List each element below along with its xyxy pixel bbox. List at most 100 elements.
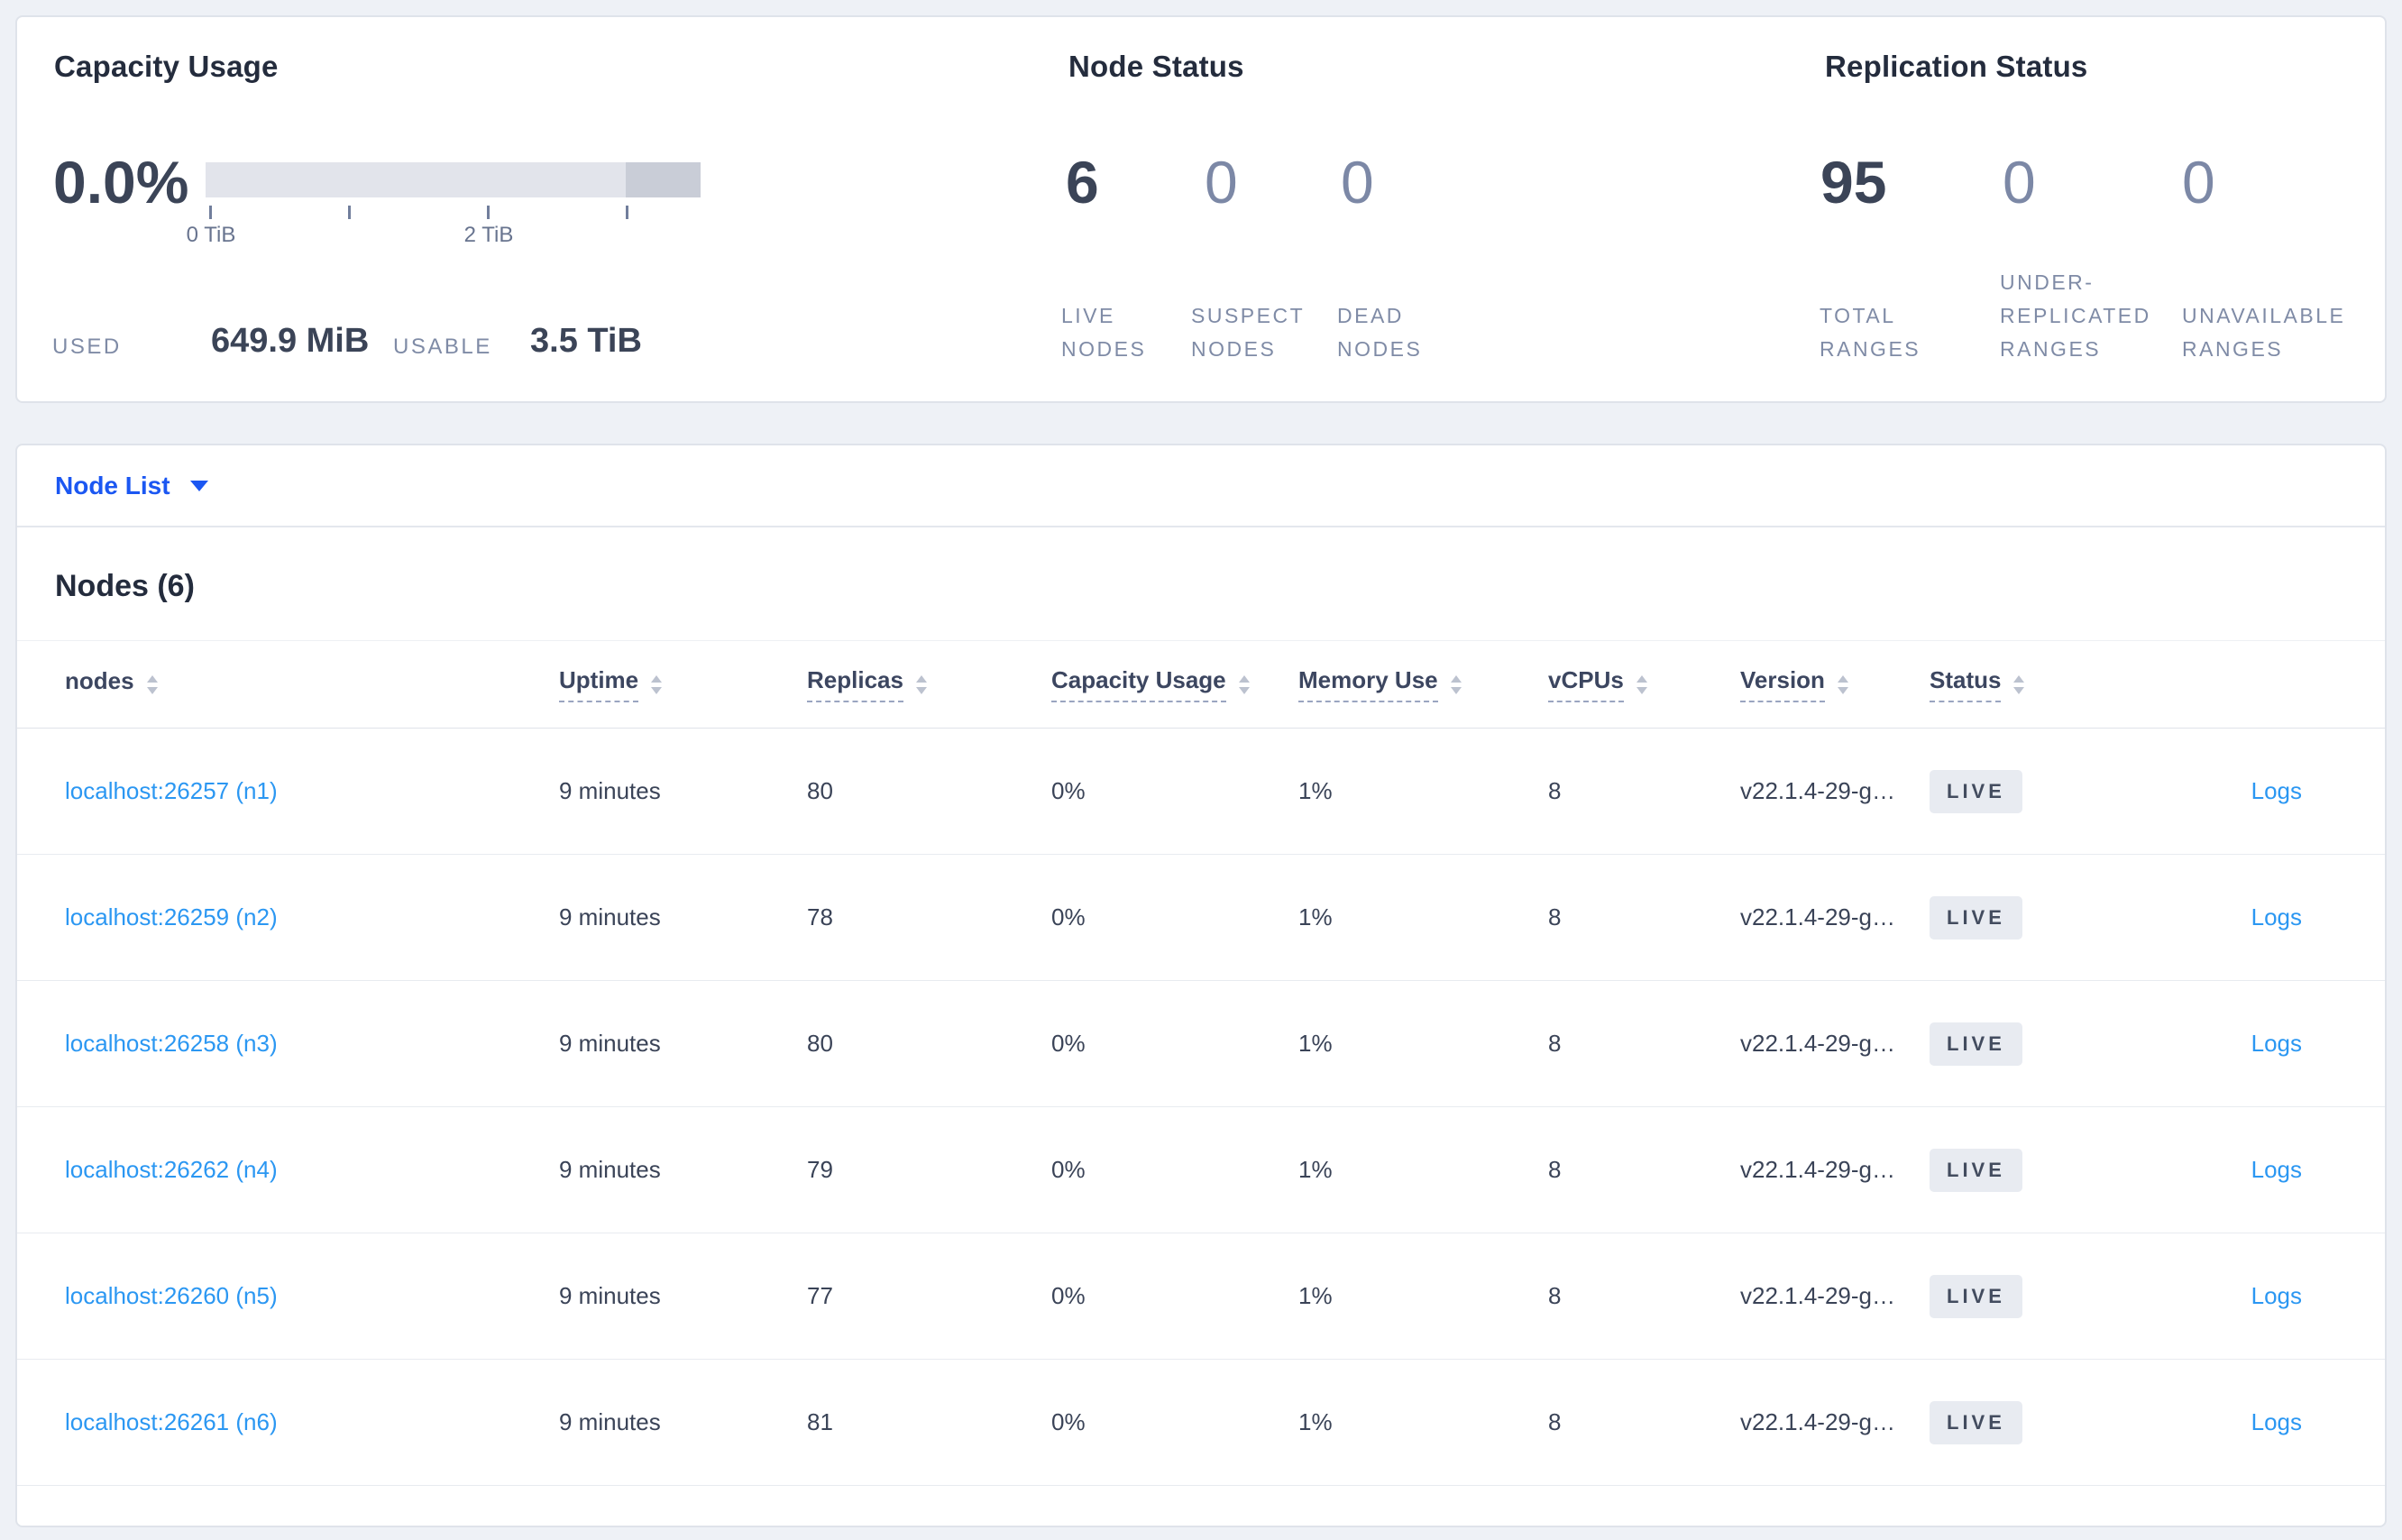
summary-card: Capacity Usage 0.0% 0 TiB 2 TiB USED 649… (15, 15, 2387, 403)
node-link[interactable]: localhost:26262 (n4) (65, 1156, 278, 1183)
live-nodes-count: 6 (1066, 149, 1099, 215)
suspect-nodes-label: SUSPECT NODES (1191, 304, 1305, 361)
column-header-replicas[interactable]: Replicas (807, 666, 1051, 702)
chevron-down-icon[interactable] (189, 480, 208, 491)
capacity-meter-dark-segment (626, 162, 701, 197)
node-list-card: Node List Nodes (6) nodes Uptime Replica… (15, 444, 2387, 1527)
view-dropdown[interactable]: Node List (17, 445, 2385, 527)
axis-tick-label: 2 TiB (463, 223, 514, 247)
node-link[interactable]: localhost:26257 (n1) (65, 777, 278, 804)
replicas-value: 80 (807, 777, 833, 804)
column-header-nodes[interactable]: nodes (65, 667, 559, 701)
used-label: USED (52, 335, 122, 359)
memory-use-value: 1% (1298, 1408, 1333, 1435)
uptime-value: 9 minutes (559, 1156, 661, 1183)
vcpus-value: 8 (1548, 777, 1562, 804)
axis-tick-label: 0 TiB (186, 223, 236, 247)
table-header-row: nodes Uptime Replicas Capacity Usage Mem… (17, 640, 2385, 729)
under-replicated-ranges-count: 0 (2003, 149, 2036, 215)
table-row: localhost:26260 (n5) 9 minutes 77 0% 1% … (17, 1233, 2385, 1360)
dead-nodes-label: DEAD NODES (1337, 304, 1423, 361)
column-header-uptime[interactable]: Uptime (559, 666, 807, 702)
capacity-usage-value: 0% (1051, 1408, 1086, 1435)
sort-icon[interactable] (651, 674, 663, 694)
column-header-memory-use[interactable]: Memory Use (1298, 666, 1548, 702)
replicas-value: 81 (807, 1408, 833, 1435)
status-badge: LIVE (1930, 1400, 2022, 1444)
column-header-status[interactable]: Status (1930, 666, 2146, 702)
live-nodes-label: LIVE NODES (1061, 304, 1147, 361)
capacity-usage-value: 0% (1051, 903, 1086, 930)
node-status-title: Node Status (1068, 50, 1244, 83)
vcpus-value: 8 (1548, 903, 1562, 930)
memory-use-value: 1% (1298, 1282, 1333, 1309)
logs-link[interactable]: Logs (2251, 777, 2302, 804)
axis-tick (348, 206, 351, 219)
replicas-value: 78 (807, 903, 833, 930)
logs-link[interactable]: Logs (2251, 1156, 2302, 1183)
status-badge: LIVE (1930, 769, 2022, 813)
node-list-dropdown-label[interactable]: Node List (55, 472, 170, 500)
axis-tick (487, 206, 490, 219)
memory-use-value: 1% (1298, 1030, 1333, 1057)
suspect-nodes-count: 0 (1205, 149, 1238, 215)
replication-status-title: Replication Status (1825, 50, 2088, 83)
column-header-capacity-usage[interactable]: Capacity Usage (1051, 666, 1298, 702)
column-header-version[interactable]: Version (1740, 666, 1930, 702)
column-header-vcpus[interactable]: vCPUs (1548, 666, 1740, 702)
logs-link[interactable]: Logs (2251, 903, 2302, 930)
version-value: v22.1.4-29-g… (1740, 777, 1895, 804)
capacity-usage-value: 0% (1051, 777, 1086, 804)
logs-link[interactable]: Logs (2251, 1408, 2302, 1435)
vcpus-value: 8 (1548, 1030, 1562, 1057)
table-row: localhost:26258 (n3) 9 minutes 80 0% 1% … (17, 981, 2385, 1107)
replicas-value: 80 (807, 1030, 833, 1057)
memory-use-value: 1% (1298, 777, 1333, 804)
table-row: localhost:26261 (n6) 9 minutes 81 0% 1% … (17, 1360, 2385, 1486)
uptime-value: 9 minutes (559, 1282, 661, 1309)
capacity-meter-bar (206, 162, 701, 197)
vcpus-value: 8 (1548, 1408, 1562, 1435)
logs-link[interactable]: Logs (2251, 1030, 2302, 1057)
capacity-usage-title: Capacity Usage (54, 50, 279, 83)
axis-tick (626, 206, 628, 219)
status-badge: LIVE (1930, 1148, 2022, 1192)
capacity-usage-value: 0% (1051, 1156, 1086, 1183)
sort-icon[interactable] (1450, 674, 1462, 694)
logs-link[interactable]: Logs (2251, 1282, 2302, 1309)
sort-icon[interactable] (1837, 674, 1848, 694)
nodes-table-title: Nodes (6) (55, 569, 195, 603)
table-row: localhost:26259 (n2) 9 minutes 78 0% 1% … (17, 855, 2385, 981)
sort-icon[interactable] (146, 674, 158, 694)
sort-icon[interactable] (1636, 674, 1647, 694)
capacity-usage-value: 0% (1051, 1030, 1086, 1057)
memory-use-value: 1% (1298, 903, 1333, 930)
unavailable-ranges-count: 0 (2182, 149, 2215, 215)
version-value: v22.1.4-29-g… (1740, 903, 1895, 930)
axis-tick (209, 206, 212, 219)
uptime-value: 9 minutes (559, 1408, 661, 1435)
vcpus-value: 8 (1548, 1282, 1562, 1309)
table-body: localhost:26257 (n1) 9 minutes 80 0% 1% … (17, 729, 2385, 1486)
vcpus-value: 8 (1548, 1156, 1562, 1183)
node-link[interactable]: localhost:26258 (n3) (65, 1030, 278, 1057)
sort-icon[interactable] (2013, 674, 2025, 694)
version-value: v22.1.4-29-g… (1740, 1282, 1895, 1309)
sort-icon[interactable] (915, 674, 927, 694)
version-value: v22.1.4-29-g… (1740, 1030, 1895, 1057)
replicas-value: 77 (807, 1282, 833, 1309)
capacity-usage-value: 0% (1051, 1282, 1086, 1309)
memory-use-value: 1% (1298, 1156, 1333, 1183)
dead-nodes-count: 0 (1341, 149, 1374, 215)
under-replicated-ranges-label: UNDER-REPLICATED RANGES (2000, 270, 2151, 361)
version-value: v22.1.4-29-g… (1740, 1408, 1895, 1435)
uptime-value: 9 minutes (559, 1030, 661, 1057)
table-row: localhost:26257 (n1) 9 minutes 80 0% 1% … (17, 729, 2385, 855)
usable-label: USABLE (393, 335, 492, 359)
table-row: localhost:26262 (n4) 9 minutes 79 0% 1% … (17, 1107, 2385, 1233)
node-link[interactable]: localhost:26260 (n5) (65, 1282, 278, 1309)
total-ranges-count: 95 (1820, 149, 1887, 215)
node-link[interactable]: localhost:26261 (n6) (65, 1408, 278, 1435)
sort-icon[interactable] (1238, 674, 1250, 694)
node-link[interactable]: localhost:26259 (n2) (65, 903, 278, 930)
